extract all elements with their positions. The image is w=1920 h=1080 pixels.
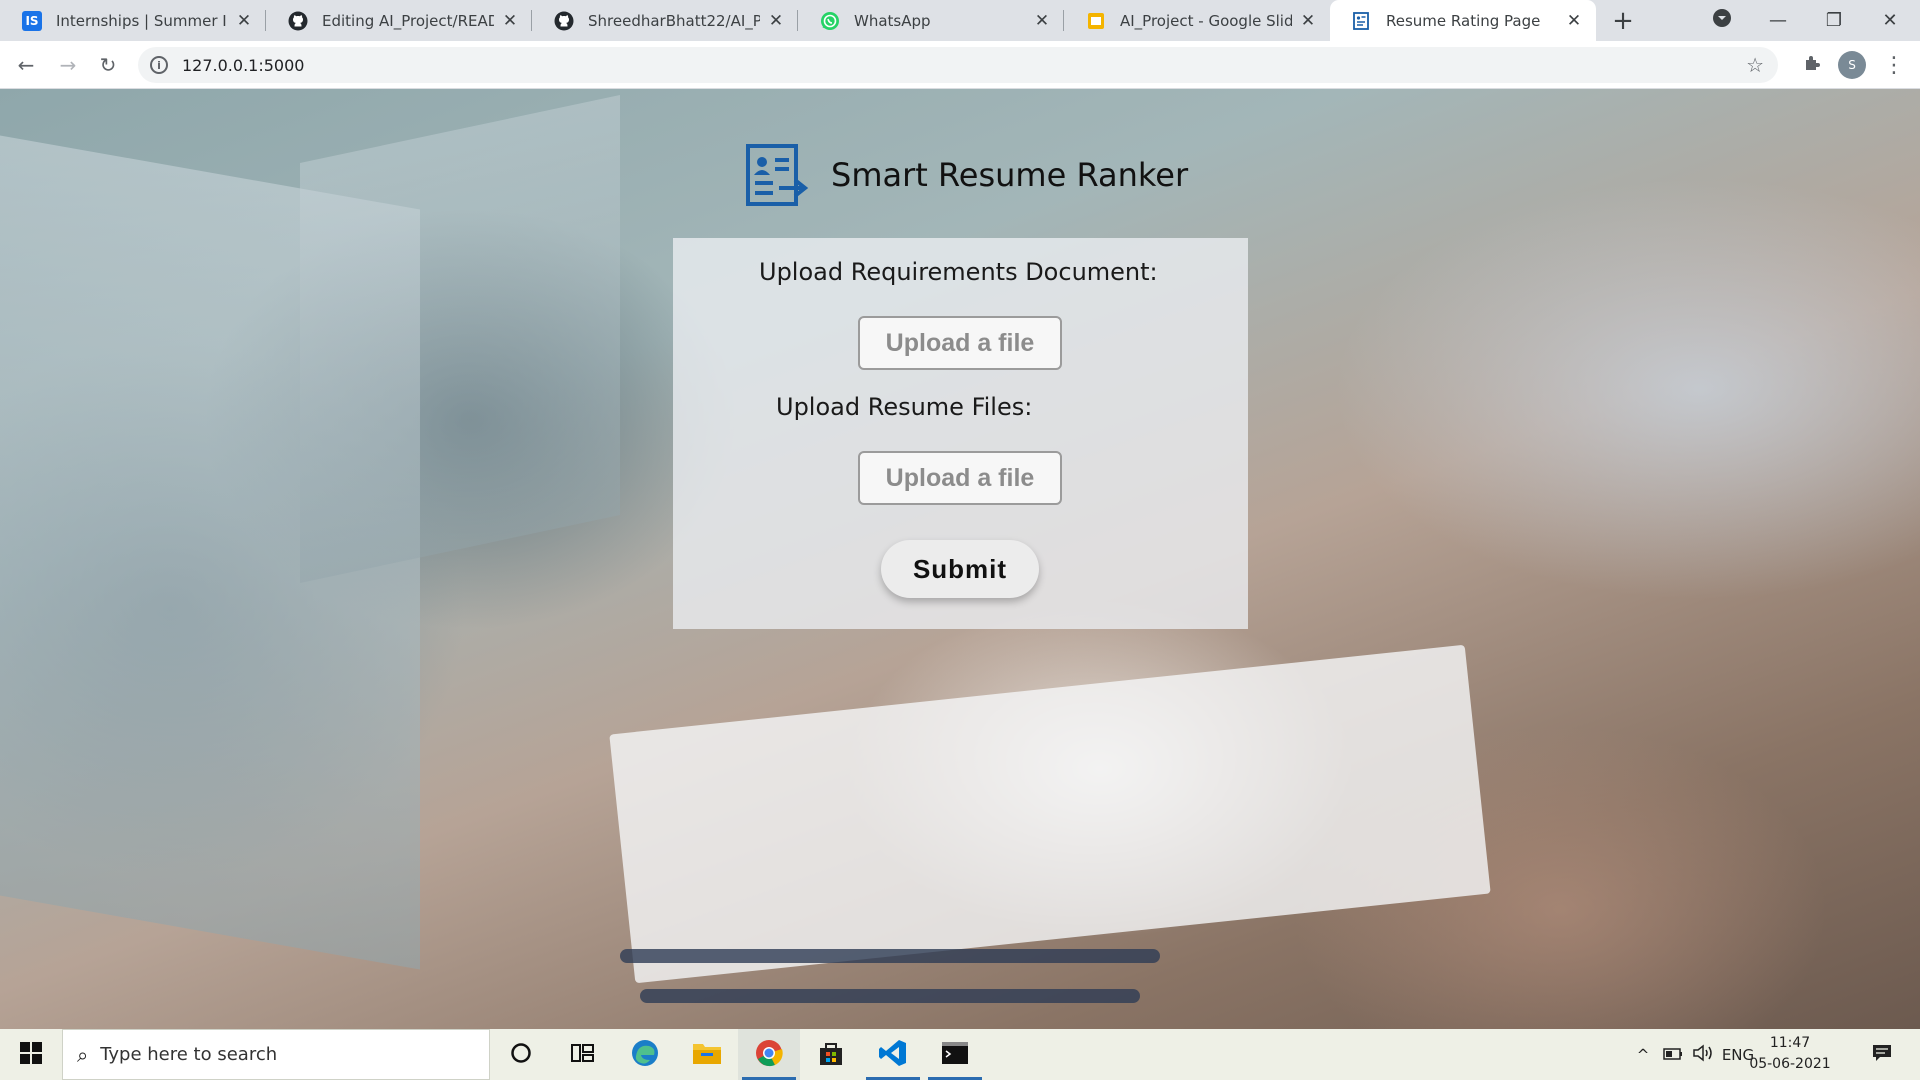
tab-title: Editing AI_Project/README.md: [322, 11, 494, 30]
tab-title: Resume Rating Page: [1386, 11, 1541, 30]
tab-title: AI_Project - Google Slides: [1120, 11, 1292, 30]
internshala-icon: IS: [22, 10, 42, 31]
terminal-icon: [941, 1041, 969, 1069]
background-pen: [620, 949, 1160, 963]
back-arrow-icon: ←: [17, 53, 35, 77]
task-view-icon: [571, 1042, 595, 1068]
background-laptop-center: [300, 94, 620, 584]
file-explorer-app[interactable]: [676, 1029, 738, 1080]
edge-icon: [630, 1038, 660, 1072]
whatsapp-icon: [820, 11, 840, 31]
notification-icon: [1872, 1044, 1892, 1066]
close-icon[interactable]: ✕: [1564, 11, 1584, 31]
terminal-app[interactable]: [924, 1029, 986, 1080]
tab-internships[interactable]: IS Internships | Summer Internships ✕: [0, 0, 266, 41]
task-view-button[interactable]: [552, 1029, 614, 1080]
volume-indicator[interactable]: [1688, 1029, 1718, 1080]
close-icon[interactable]: ✕: [1032, 11, 1052, 31]
resumes-label: Upload Resume Files:: [776, 393, 1033, 421]
file-explorer-icon: [692, 1040, 722, 1070]
clock-date: 05-06-2021: [1749, 1056, 1831, 1072]
tab-title: WhatsApp: [854, 11, 931, 30]
upload-form: Upload Requirements Document: Upload a f…: [673, 238, 1248, 629]
close-icon[interactable]: ✕: [500, 11, 520, 31]
chrome-app[interactable]: [738, 1029, 800, 1080]
back-button[interactable]: ←: [10, 49, 42, 81]
bookmark-star-icon[interactable]: ☆: [1746, 53, 1764, 77]
github-icon: [554, 11, 574, 31]
kebab-menu-icon: ⋮: [1883, 52, 1905, 78]
edge-app[interactable]: [614, 1029, 676, 1080]
submit-button[interactable]: Submit: [881, 540, 1039, 598]
google-slides-icon: [1086, 11, 1106, 31]
search-icon: ⌕: [77, 1042, 89, 1067]
vscode-icon: [878, 1038, 908, 1072]
search-placeholder: Type here to search: [100, 1044, 278, 1065]
restore-icon: ❐: [1825, 10, 1843, 31]
close-icon[interactable]: ✕: [766, 11, 786, 31]
requirements-label: Upload Requirements Document:: [759, 258, 1158, 286]
forward-arrow-icon: →: [59, 53, 77, 77]
chevron-down-icon: [1712, 8, 1732, 33]
address-bar[interactable]: i 127.0.0.1:5000 ☆: [138, 47, 1778, 83]
brand-header: Smart Resume Ranker: [745, 143, 1188, 207]
minimize-button[interactable]: —: [1750, 0, 1806, 41]
github-icon: [288, 11, 308, 31]
page-viewport: Smart Resume Ranker Upload Requirements …: [0, 89, 1920, 1029]
reload-button[interactable]: ↻: [92, 49, 124, 81]
close-window-button[interactable]: ✕: [1862, 0, 1918, 41]
clock-time: 11:47: [1769, 1035, 1811, 1051]
puzzle-icon: [1802, 53, 1822, 78]
resumes-upload-button[interactable]: Upload a file: [858, 451, 1062, 505]
battery-icon: [1663, 1046, 1683, 1064]
resume-icon: [746, 144, 809, 206]
reload-icon: ↻: [99, 53, 117, 77]
background-paper: [609, 644, 1491, 984]
minimize-icon: —: [1769, 10, 1787, 31]
url-text[interactable]: 127.0.0.1:5000: [182, 56, 304, 75]
extensions-button[interactable]: [1798, 51, 1826, 79]
forward-button[interactable]: →: [52, 49, 84, 81]
resume-icon: [1352, 11, 1372, 31]
requirements-upload-button[interactable]: Upload a file: [858, 316, 1062, 370]
close-icon[interactable]: ✕: [1298, 11, 1318, 31]
tab-github-repo[interactable]: ShreedharBhatt22/AI_Project ✕: [532, 0, 798, 41]
store-app[interactable]: [800, 1029, 862, 1080]
windows-logo-icon: [20, 1041, 42, 1068]
page-title: Smart Resume Ranker: [831, 156, 1189, 194]
action-center-button[interactable]: [1862, 1029, 1902, 1080]
tab-resume-rating[interactable]: Resume Rating Page ✕: [1330, 0, 1596, 41]
battery-indicator[interactable]: [1658, 1029, 1688, 1080]
tab-strip: IS Internships | Summer Internships ✕ Ed…: [0, 0, 1920, 41]
chevron-up-icon: ^: [1636, 1045, 1650, 1064]
tab-editing-readme[interactable]: Editing AI_Project/README.md ✕: [266, 0, 532, 41]
info-icon[interactable]: i: [150, 56, 168, 74]
store-icon: [817, 1039, 845, 1071]
speaker-icon: [1692, 1043, 1714, 1066]
new-tab-button[interactable]: +: [1608, 6, 1638, 36]
close-icon: ✕: [1882, 10, 1898, 31]
restore-button[interactable]: ❐: [1806, 0, 1862, 41]
browser-toolbar: ← → ↻ i 127.0.0.1:5000 ☆ S ⋮: [0, 41, 1920, 89]
close-icon[interactable]: ✕: [234, 11, 254, 31]
tab-whatsapp[interactable]: WhatsApp ✕: [798, 0, 1064, 41]
tab-google-slides[interactable]: AI_Project - Google Slides ✕: [1064, 0, 1330, 41]
background-pen: [640, 989, 1140, 1003]
profile-avatar[interactable]: S: [1838, 51, 1866, 79]
vscode-app[interactable]: [862, 1029, 924, 1080]
cortana-button[interactable]: [490, 1029, 552, 1080]
taskbar-search[interactable]: ⌕ Type here to search: [62, 1029, 490, 1080]
tab-title: ShreedharBhatt22/AI_Project: [588, 11, 760, 30]
chrome-icon: [754, 1038, 784, 1072]
clock[interactable]: 11:47 05-06-2021: [1742, 1033, 1838, 1075]
cortana-icon: [510, 1042, 532, 1068]
start-button[interactable]: [0, 1029, 62, 1080]
windows-taskbar: ⌕ Type here to search ^ ENG 11:47 05-06-…: [0, 1029, 1920, 1080]
tab-title: Internships | Summer Internships: [56, 11, 228, 30]
show-hidden-icons-button[interactable]: ^: [1628, 1029, 1658, 1080]
menu-button[interactable]: ⋮: [1880, 51, 1908, 79]
tab-search-button[interactable]: [1694, 0, 1750, 41]
